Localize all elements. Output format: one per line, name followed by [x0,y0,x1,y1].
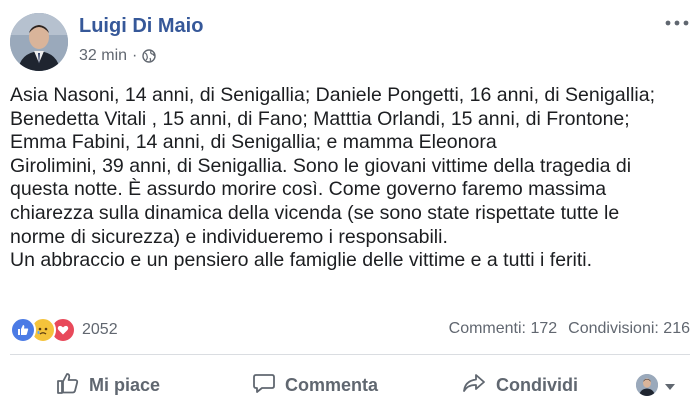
divider [10,354,690,355]
author-avatar[interactable] [10,13,68,71]
comment-label: Commenta [285,374,379,395]
speech-bubble-icon [252,371,276,400]
meta-separator: · [132,47,138,64]
post-line: questa notte. È assurdo morire così. Com… [10,178,607,201]
post-time[interactable]: 32 min [79,47,127,65]
post-meta: 32 min · [79,47,157,65]
share-button[interactable]: Condividi [461,368,578,402]
more-options-icon[interactable] [662,10,692,36]
share-label: Condividi [496,374,578,395]
profile-avatar-icon [636,374,658,396]
post-line: Emma Fabini, 14 anni, di Senigallia; e m… [10,131,497,154]
like-label: Mi piace [89,374,161,395]
globe-icon[interactable] [142,49,157,63]
author-name[interactable]: Luigi Di Maio [79,15,203,38]
post-line: norme di sicurezza) e individueremo i re… [10,225,448,248]
react-as-selector[interactable] [636,368,676,402]
shares-count[interactable]: Condivisioni: 216 [568,320,690,338]
reactions-count: 2052 [82,321,118,338]
share-arrow-icon [461,371,487,400]
post-stats: Commenti: 172 Condivisioni: 216 [449,320,690,338]
post-body: Asia Nasoni, 14 anni, di Senigallia; Dan… [10,84,695,273]
post-line: Benedetta Vitali , 15 anni, di Fano; Mat… [10,107,630,130]
thumbs-up-icon [56,371,80,400]
chevron-down-icon [664,375,676,396]
post-line: Un abbraccio e un pensiero alle famiglie… [10,249,593,272]
comment-button[interactable]: Commenta [252,368,378,402]
post-line: Girolimini, 39 anni, di Senigallia. Sono… [10,154,632,177]
post-line: chiarezza sulla dinamica della vicenda (… [10,201,620,224]
like-button[interactable]: Mi piace [56,368,160,402]
post-line: Asia Nasoni, 14 anni, di Senigallia; Dan… [10,84,656,106]
comments-count[interactable]: Commenti: 172 [449,320,558,338]
like-icon [10,317,36,343]
facebook-post: Luigi Di Maio 32 min · Asia Nasoni, 14 a… [0,0,700,404]
reactions-summary[interactable]: 2052 [10,317,118,343]
